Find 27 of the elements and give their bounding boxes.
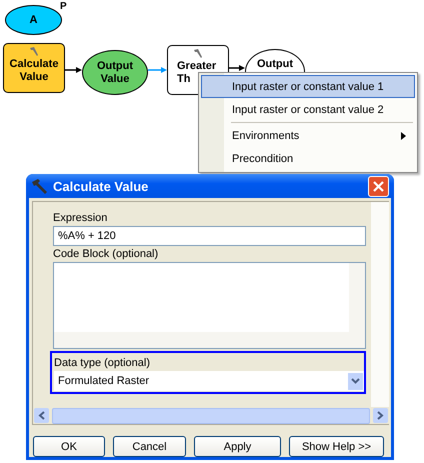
close-button[interactable] <box>368 176 389 196</box>
dialog-button[interactable]: Apply <box>194 436 281 457</box>
chevron-left-icon <box>38 411 45 420</box>
dialog-button[interactable]: Cancel <box>113 436 186 457</box>
variable-node[interactable]: A <box>5 5 62 35</box>
field-label: Expression <box>53 212 108 225</box>
dialog-button[interactable]: OK <box>33 436 105 457</box>
dialog-button[interactable]: Show Help >> <box>289 436 384 457</box>
menu-item[interactable]: Precondition <box>201 147 415 170</box>
expression-field[interactable]: %A% + 120 <box>53 226 366 246</box>
window-title: Calculate Value <box>53 178 150 194</box>
data-type-dropdown[interactable]: Formulated Raster <box>54 371 364 391</box>
tool-node[interactable]: Calculate Value <box>3 43 65 93</box>
menu-item[interactable]: Environments <box>201 124 415 147</box>
field-label: Data type (optional) <box>54 357 150 369</box>
vertical-scrollbar[interactable] <box>371 202 389 407</box>
variable-node[interactable]: Output Value <box>82 50 148 95</box>
chevron-down-icon <box>351 378 360 384</box>
menu-item[interactable]: Input raster or constant value 1 <box>201 75 415 98</box>
hammer-icon <box>31 178 49 194</box>
horizontal-scrollbar[interactable] <box>33 407 389 424</box>
code-block-field[interactable] <box>53 262 366 349</box>
field-label: Code Block (optional) <box>53 248 160 261</box>
parameter-marker: P <box>60 1 67 12</box>
close-icon <box>373 180 384 192</box>
chevron-right-icon <box>377 411 384 420</box>
menu-item[interactable]: Input raster or constant value 2 <box>201 98 415 121</box>
